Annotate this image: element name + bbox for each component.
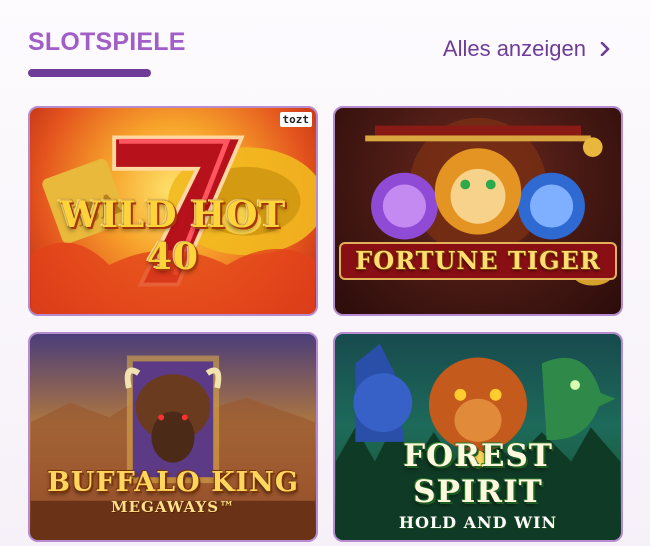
- game-title: WILD HOT 40: [59, 194, 287, 278]
- game-title: BUFFALO KING: [47, 467, 299, 498]
- game-artwork: [343, 117, 613, 286]
- game-tile-buffalo-king[interactable]: BUFFALO KING MEGAWAYS™: [28, 332, 318, 542]
- game-tile-fortune-tiger[interactable]: FORTUNE TIGER: [333, 106, 623, 316]
- game-subtitle: HOLD AND WIN: [398, 513, 558, 532]
- game-title-text: FORTUNE TIGER: [339, 242, 617, 280]
- game-subtitle: MEGAWAYS™: [110, 498, 236, 516]
- section-header: SLOTSPIELE Alles anzeigen: [0, 0, 650, 90]
- chevron-right-icon: [600, 42, 610, 56]
- game-title: FOREST SPIRIT: [403, 438, 553, 510]
- game-tile-wild-hot-40[interactable]: BA tozt WILD HOT 40: [28, 106, 318, 316]
- game-title: FORTUNE TIGER: [335, 242, 621, 280]
- game-tile-forest-spirit[interactable]: FOREST SPIRIT HOLD AND WIN: [333, 332, 623, 542]
- provider-badge: tozt: [279, 112, 312, 127]
- show-all-link[interactable]: Alles anzeigen: [443, 36, 612, 62]
- title-underline: [28, 69, 151, 77]
- section-title: SLOTSPIELE: [28, 28, 186, 56]
- show-all-label: Alles anzeigen: [442, 36, 586, 61]
